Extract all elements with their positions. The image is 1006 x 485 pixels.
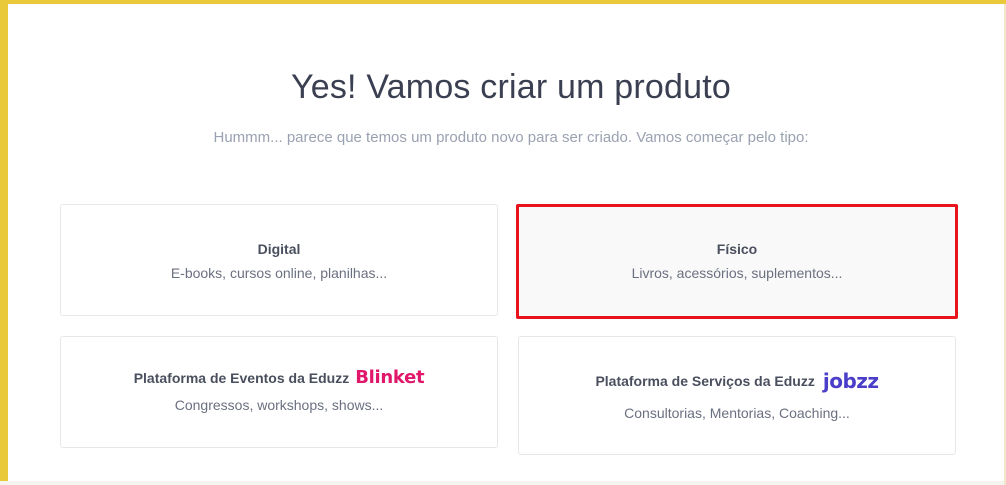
- card-title: Plataforma de Eventos da Eduzz: [133, 369, 350, 386]
- card-description: E-books, cursos online, planilhas...: [170, 265, 388, 281]
- page-subtitle: Hummm... parece que temos um produto nov…: [213, 129, 809, 146]
- blinket-logo: Blinket: [355, 367, 425, 388]
- card-description: Consultorias, Mentorias, Coaching...: [624, 405, 850, 421]
- card-title-row: Plataforma de Serviços da Eduzz jobzz: [519, 369, 955, 393]
- product-type-card-digital[interactable]: Digital E-books, cursos online, planilha…: [60, 204, 498, 316]
- card-description: Livros, acessórios, suplementos...: [631, 265, 843, 281]
- jobzz-logo: jobzz: [822, 369, 879, 393]
- product-type-card-fisico[interactable]: Físico Livros, acessórios, suplementos..…: [516, 204, 958, 319]
- product-type-card-eventos[interactable]: Plataforma de Eventos da Eduzz Blinket C…: [60, 336, 498, 448]
- card-title: Físico: [716, 241, 758, 257]
- card-description: Congressos, workshops, shows...: [174, 397, 384, 413]
- card-title: Plataforma de Serviços da Eduzz: [595, 373, 815, 389]
- page-title: Yes! Vamos criar um produto: [290, 68, 732, 106]
- modal-frame: Yes! Vamos criar um produto Hummm... par…: [0, 0, 1006, 485]
- card-title-row: Plataforma de Eventos da Eduzz Blinket: [61, 367, 497, 388]
- card-title: Digital: [257, 241, 301, 257]
- product-type-card-servicos[interactable]: Plataforma de Serviços da Eduzz jobzz Co…: [518, 336, 956, 455]
